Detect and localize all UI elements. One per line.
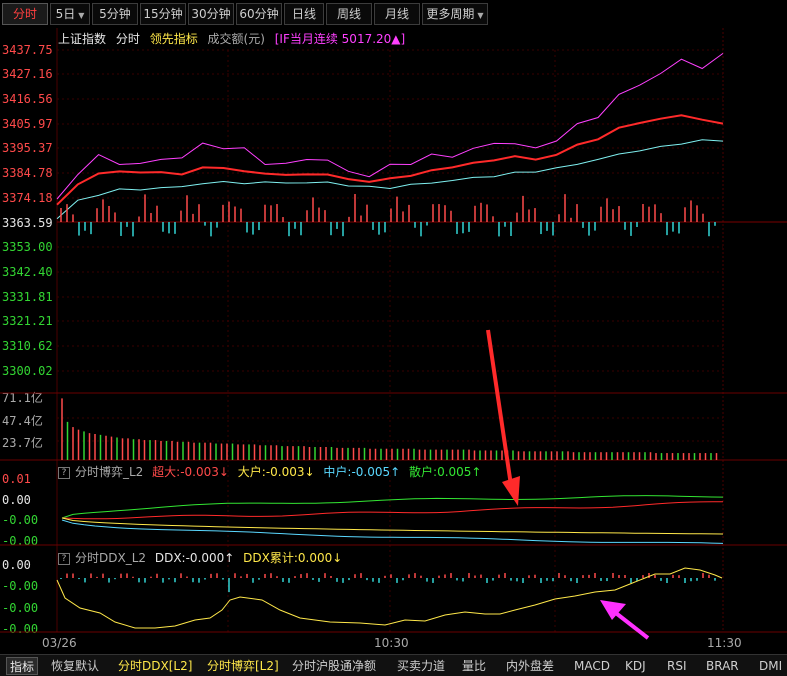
game-panel-title: ? 分时博弈_L2 超大:-0.003↓ 大户:-0.003↓ 中户:-0.005… bbox=[58, 463, 486, 480]
mid-investor-line bbox=[61, 519, 724, 544]
super-value: 超大:-0.003↓ bbox=[152, 465, 229, 479]
period-tab-9[interactable]: 更多周期 ▼ bbox=[422, 3, 488, 25]
period-tab-1[interactable]: 5日 ▼ bbox=[50, 3, 90, 25]
indicator-tab-10[interactable]: RSI bbox=[664, 657, 690, 675]
period-tab-label: 日线 bbox=[291, 7, 316, 21]
period-tab-4[interactable]: 30分钟 bbox=[188, 3, 234, 25]
indicator-tab-2[interactable]: 分时DDX[L2] bbox=[115, 657, 195, 675]
ddx-panel-title: ? 分时DDX_L2 DDX:-0.000↑ DDX累计:0.000↓ bbox=[58, 549, 347, 566]
time-start-label: 03/26 bbox=[42, 636, 77, 650]
indicator-tab-3[interactable]: 分时博弈[L2] bbox=[204, 657, 282, 675]
period-tab-2[interactable]: 5分钟 bbox=[92, 3, 138, 25]
mid-value: 中户:-0.005↑ bbox=[323, 465, 401, 479]
period-tab-label: 周线 bbox=[336, 7, 361, 21]
period-tab-label: 60分钟 bbox=[239, 7, 279, 21]
red-arrow-head bbox=[502, 476, 520, 506]
period-tab-label: 月线 bbox=[384, 7, 409, 21]
period-tab-7[interactable]: 周线 bbox=[326, 3, 372, 25]
ddx-sum-value: DDX累计:0.000↓ bbox=[243, 551, 343, 565]
super-large-line bbox=[61, 501, 723, 520]
period-tab-0[interactable]: 分时 bbox=[2, 3, 48, 25]
indicator-tab-4[interactable]: 分时沪股通净额 bbox=[289, 657, 379, 675]
small-value: 散户:0.005↑ bbox=[409, 465, 482, 479]
period-tab-8[interactable]: 月线 bbox=[374, 3, 420, 25]
magenta-arrow-shaft bbox=[610, 608, 650, 640]
time-end-label: 11:30 bbox=[707, 636, 742, 650]
help-icon[interactable]: ? bbox=[58, 466, 70, 479]
period-toolbar: 分时 5日 ▼ 5分钟 15分钟 30分钟 60分钟 日线 周线 月线 更多周期 ▼ bbox=[0, 0, 787, 28]
indicator-tab-6[interactable]: 量比 bbox=[459, 657, 489, 675]
indicator-tab-1[interactable]: 恢复默认 bbox=[48, 657, 102, 675]
period-tab-label: 更多周期 bbox=[426, 7, 475, 21]
big-value: 大户:-0.003↓ bbox=[237, 465, 315, 479]
period-tab-label: 5分钟 bbox=[99, 7, 131, 21]
chevron-down-icon: ▼ bbox=[477, 11, 484, 20]
indicator-tab-8[interactable]: MACD bbox=[571, 657, 613, 675]
period-tab-6[interactable]: 日线 bbox=[284, 3, 324, 25]
game-panel-name: 分时博弈_L2 bbox=[75, 465, 144, 479]
help-icon[interactable]: ? bbox=[58, 552, 70, 565]
period-tab-label: 分时 bbox=[12, 7, 37, 21]
red-arrow-shaft bbox=[486, 329, 514, 493]
ddx-panel-name: 分时DDX_L2 bbox=[75, 551, 147, 565]
period-tab-label: 15分钟 bbox=[143, 7, 183, 21]
large-investor-line bbox=[61, 517, 724, 535]
indicator-tabbar: 指标 恢复默认 分时DDX[L2] 分时博弈[L2] 分时沪股通净额 买卖力道 量比 内外盘差… bbox=[0, 654, 787, 676]
indicator-tab-7[interactable]: 内外盘差 bbox=[503, 657, 557, 675]
period-tab-3[interactable]: 15分钟 bbox=[140, 3, 186, 25]
ddx-value: DDX:-0.000↑ bbox=[154, 551, 235, 565]
time-mid-label: 10:30 bbox=[374, 636, 409, 650]
indicator-tab-11[interactable]: BRAR bbox=[703, 657, 742, 675]
indicator-tab-0[interactable]: 指标 bbox=[6, 657, 39, 675]
period-tab-label: 5日 bbox=[55, 7, 76, 21]
indicator-tab-9[interactable]: KDJ bbox=[622, 657, 649, 675]
period-tab-label: 30分钟 bbox=[191, 7, 231, 21]
indicator-tab-5[interactable]: 买卖力道 bbox=[394, 657, 448, 675]
period-tab-5[interactable]: 60分钟 bbox=[236, 3, 282, 25]
indicator-tab-12[interactable]: DMI bbox=[756, 657, 785, 675]
chevron-down-icon: ▼ bbox=[78, 11, 85, 20]
